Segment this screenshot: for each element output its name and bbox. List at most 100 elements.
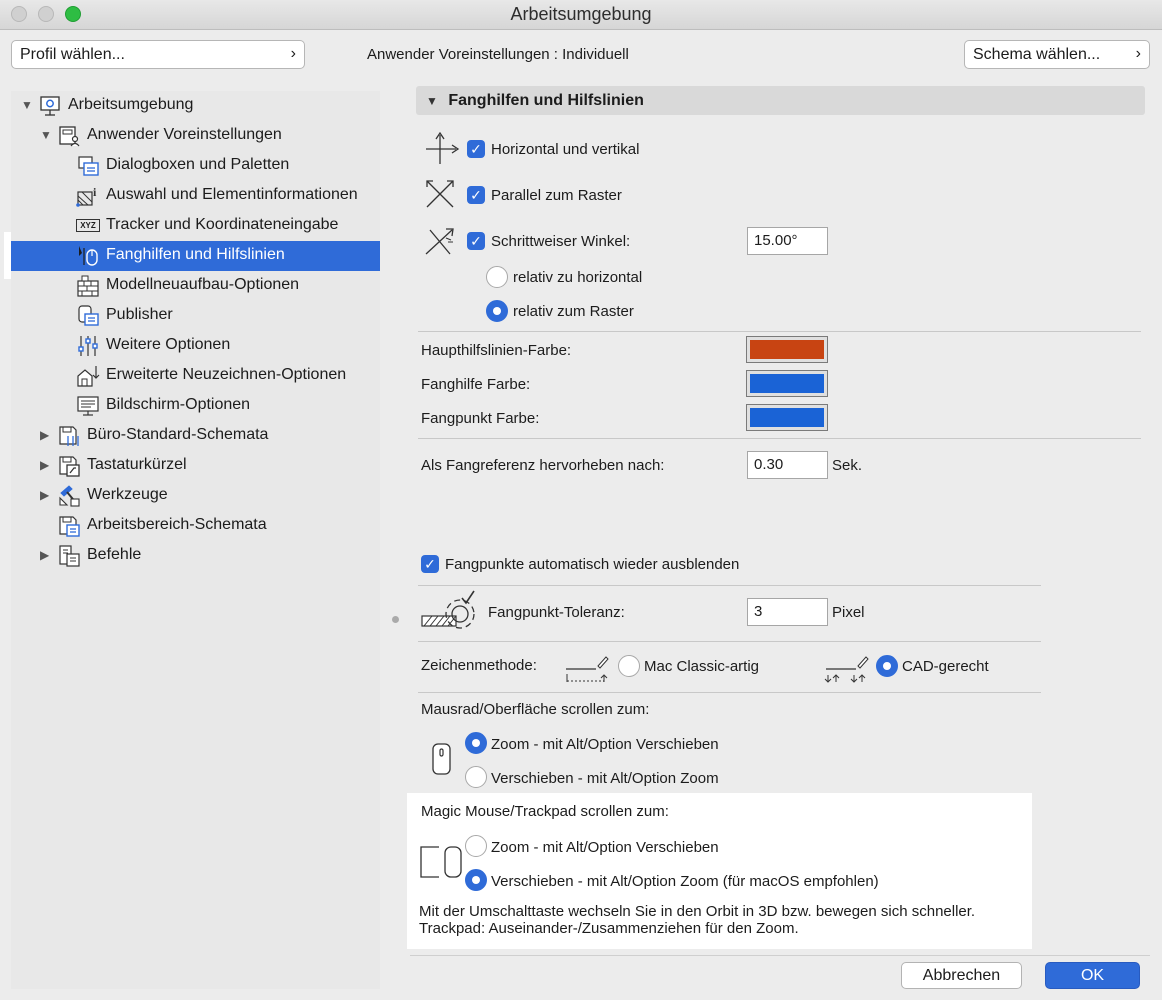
cancel-button[interactable]: Abbrechen bbox=[901, 962, 1022, 989]
profile-button-label: Profil wählen... bbox=[20, 46, 125, 63]
stepped-angle-input[interactable]: 15.00° bbox=[747, 227, 828, 255]
expander-down-icon[interactable]: ▼ bbox=[426, 94, 438, 108]
tolerance-unit: Pixel bbox=[832, 604, 865, 621]
mouse-zoom-label: Zoom - mit Alt/Option Verschieben bbox=[491, 736, 719, 753]
preset-info: Anwender Voreinstellungen : Individuell bbox=[367, 46, 629, 63]
tree-item-anwender-voreinstellungen[interactable]: ▼ Anwender Voreinstellungen bbox=[11, 121, 380, 151]
auto-hide-checkbox[interactable]: ✓ bbox=[421, 555, 439, 573]
tree-item-label: Bildschirm-Optionen bbox=[106, 396, 251, 413]
tree-item-werkzeuge[interactable]: ▶ Werkzeuge bbox=[11, 481, 380, 511]
tree-item-auswahl[interactable]: i Auswahl und Elementinformationen bbox=[11, 181, 380, 211]
commands-icon bbox=[59, 545, 80, 567]
magic-zoom-label: Zoom - mit Alt/Option Verschieben bbox=[491, 839, 719, 856]
tree-item-modellneuaufbau[interactable]: Modellneuaufbau-Optionen bbox=[11, 271, 380, 301]
expander-down-icon[interactable]: ▼ bbox=[21, 98, 33, 112]
schema-button-label: Schema wählen... bbox=[973, 46, 1101, 63]
snap-tolerance-icon bbox=[421, 590, 475, 629]
tree-item-label: Arbeitsbereich-Schemata bbox=[87, 516, 267, 533]
tree-item-weitere-optionen[interactable]: Weitere Optionen bbox=[11, 331, 380, 361]
title-bar: Arbeitsumgebung bbox=[0, 0, 1162, 30]
tree-item-neuzeichnen[interactable]: Erweiterte Neuzeichnen-Optionen bbox=[11, 361, 380, 391]
relative-grid-label: relativ zum Raster bbox=[513, 303, 634, 320]
highlight-after-unit: Sek. bbox=[832, 457, 863, 474]
horizontal-vertical-checkbox[interactable]: ✓ bbox=[467, 140, 485, 158]
tree-item-bildschirm[interactable]: Bildschirm-Optionen bbox=[11, 391, 380, 421]
cad-radio[interactable] bbox=[876, 655, 898, 677]
publisher-icon bbox=[78, 305, 99, 326]
splitter-grip[interactable] bbox=[392, 616, 399, 623]
section-header[interactable]: ▼ Fanghilfen und Hilfslinien bbox=[416, 86, 1145, 115]
expander-right-icon[interactable]: ▶ bbox=[40, 458, 49, 472]
trackpad-magic-mouse-icon bbox=[420, 846, 462, 878]
tree-item-label: Tracker und Koordinateneingabe bbox=[106, 216, 339, 233]
draw-method-label: Zeichenmethode: bbox=[421, 657, 537, 674]
office-schemes-icon bbox=[59, 426, 79, 446]
settings-panel: ▼ Fanghilfen und Hilfslinien ✓ Horizonta… bbox=[400, 80, 1162, 955]
tree-item-publisher[interactable]: Publisher bbox=[11, 301, 380, 331]
ok-button[interactable]: OK bbox=[1045, 962, 1140, 989]
chevron-right-icon: › bbox=[1135, 45, 1141, 62]
divider bbox=[418, 641, 1041, 642]
tree-item-arbeitsumgebung[interactable]: ▼ Arbeitsumgebung bbox=[11, 91, 380, 121]
magic-pan-label: Verschieben - mit Alt/Option Zoom (für m… bbox=[491, 873, 879, 890]
schema-button[interactable]: Schema wählen... › bbox=[964, 40, 1150, 69]
mouse-zoom-radio[interactable] bbox=[465, 732, 487, 754]
highlight-after-input[interactable]: 0.30 bbox=[747, 451, 828, 479]
relative-horizontal-radio[interactable] bbox=[486, 266, 508, 288]
stepped-angle-icon bbox=[425, 228, 454, 255]
tolerance-label: Fangpunkt-Toleranz: bbox=[488, 604, 625, 621]
tree-item-label: Arbeitsumgebung bbox=[68, 96, 194, 113]
auto-hide-label: Fangpunkte automatisch wieder ausblenden bbox=[445, 556, 740, 573]
parallel-grid-checkbox[interactable]: ✓ bbox=[467, 186, 485, 204]
tree-item-tracker[interactable]: XYZ Tracker und Koordinateneingabe bbox=[11, 211, 380, 241]
horizontal-vertical-label: Horizontal und vertikal bbox=[491, 141, 640, 158]
svg-text:i: i bbox=[93, 185, 97, 199]
tree-item-tastaturkuerzel[interactable]: ▶ Tastaturkürzel bbox=[11, 451, 380, 481]
expander-right-icon[interactable]: ▶ bbox=[40, 548, 49, 562]
pane-splitter[interactable] bbox=[380, 80, 400, 1000]
cad-draw-icon bbox=[824, 656, 869, 683]
snap-point-color-swatch[interactable] bbox=[746, 404, 828, 431]
magic-zoom-radio[interactable] bbox=[465, 835, 487, 857]
tree-item-dialogboxen[interactable]: Dialogboxen und Paletten bbox=[11, 151, 380, 181]
tree-item-label: Dialogboxen und Paletten bbox=[106, 156, 290, 173]
tree-item-label: Büro-Standard-Schemata bbox=[87, 426, 269, 443]
expander-down-icon[interactable]: ▼ bbox=[40, 128, 52, 142]
tree-item-label: Weitere Optionen bbox=[106, 336, 231, 353]
user-preferences-icon bbox=[59, 126, 80, 147]
tree-item-buero-standard[interactable]: ▶ Büro-Standard-Schemata bbox=[11, 421, 380, 451]
snap-guide-color-swatch[interactable] bbox=[746, 370, 828, 397]
tree-item-fanghilfen[interactable]: Fanghilfen und Hilfslinien bbox=[11, 241, 380, 271]
workspace-icon bbox=[40, 96, 60, 116]
selection-info-icon: i bbox=[76, 185, 97, 207]
snap-guides-icon bbox=[79, 246, 98, 266]
tree-item-arbeitsbereich-schemata[interactable]: Arbeitsbereich-Schemata bbox=[11, 511, 380, 541]
tree-item-label: Publisher bbox=[106, 306, 173, 323]
parallel-grid-label: Parallel zum Raster bbox=[491, 187, 622, 204]
window-title: Arbeitsumgebung bbox=[510, 4, 652, 24]
expander-right-icon[interactable]: ▶ bbox=[40, 488, 49, 502]
profile-button[interactable]: Profil wählen... › bbox=[11, 40, 305, 69]
mouse-scroll-label: Mausrad/Oberfläche scrollen zum: bbox=[421, 701, 650, 718]
tree-item-label: Werkzeuge bbox=[87, 486, 168, 503]
settings-tree[interactable]: ▼ Arbeitsumgebung ▼ Anwender Voreinstell… bbox=[11, 91, 380, 989]
expander-right-icon[interactable]: ▶ bbox=[40, 428, 49, 442]
mouse-pan-radio[interactable] bbox=[465, 766, 487, 788]
relative-horizontal-label: relativ zu horizontal bbox=[513, 269, 643, 286]
tolerance-input[interactable]: 3 bbox=[747, 598, 828, 626]
redraw-icon bbox=[77, 366, 100, 387]
tree-item-befehle[interactable]: ▶ Befehle bbox=[11, 541, 380, 571]
stepped-angle-checkbox[interactable]: ✓ bbox=[467, 232, 485, 250]
magic-pan-radio[interactable] bbox=[465, 869, 487, 891]
workspace-schemes-icon bbox=[59, 516, 80, 537]
parallel-grid-icon bbox=[426, 180, 454, 208]
main-guide-color-swatch[interactable] bbox=[746, 336, 828, 363]
tracker-icon: XYZ bbox=[76, 219, 100, 232]
tree-item-label: Modellneuaufbau-Optionen bbox=[106, 276, 300, 293]
mac-classic-radio[interactable] bbox=[618, 655, 640, 677]
preset-label: Anwender Voreinstellungen : bbox=[367, 46, 558, 63]
magic-mouse-group: Magic Mouse/Trackpad scrollen zum: Zoom … bbox=[407, 793, 1032, 949]
relative-grid-radio[interactable] bbox=[486, 300, 508, 322]
mouse-icon bbox=[432, 743, 451, 775]
mouse-pan-label: Verschieben - mit Alt/Option Zoom bbox=[491, 770, 719, 787]
